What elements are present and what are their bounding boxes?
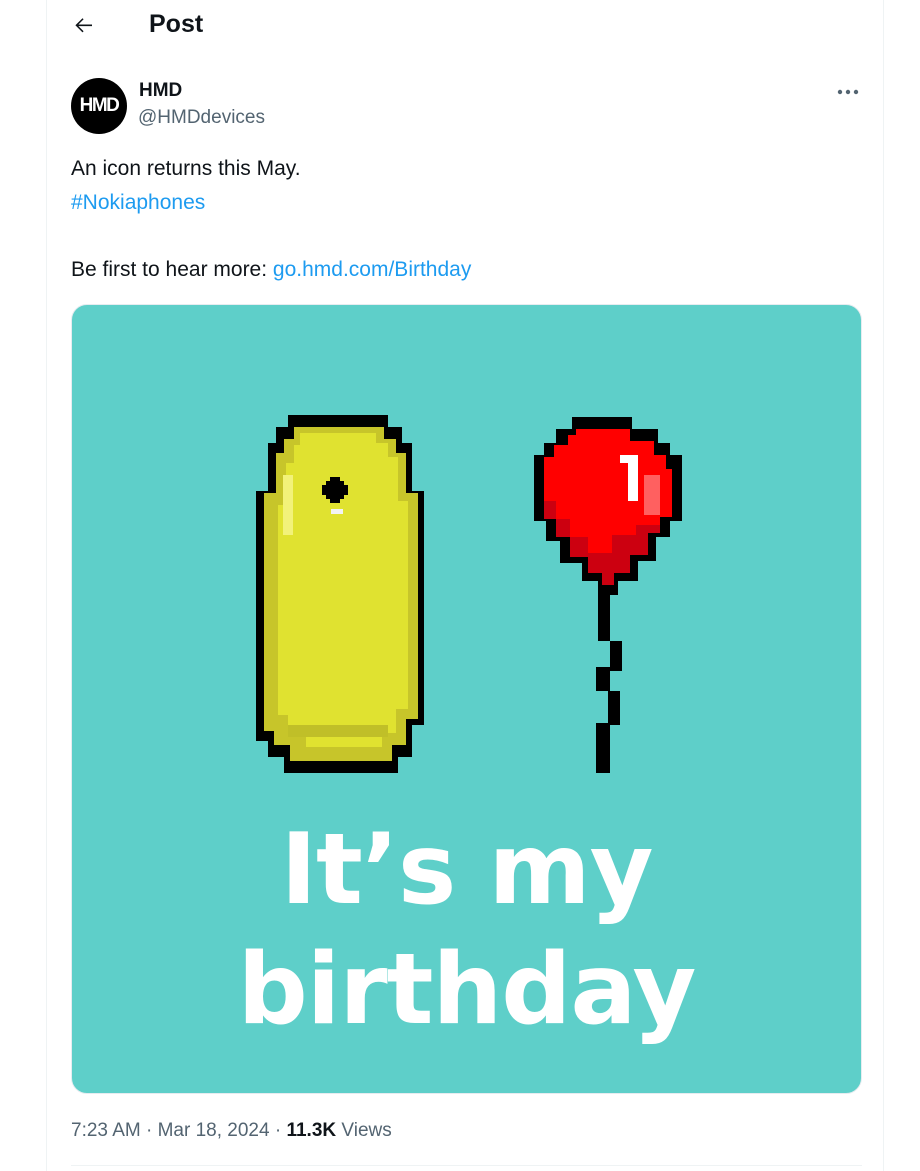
timestamp-link[interactable]: 7:23 AM · Mar 18, 2024: [71, 1120, 270, 1141]
top-bar: Post: [47, 0, 883, 48]
more-dots-icon: [837, 89, 859, 95]
pixel-balloon-icon: [534, 417, 682, 773]
avatar-logo-text: HMD: [79, 95, 120, 116]
headline-line2: birthday: [237, 933, 697, 1047]
meta-separator: ·: [140, 1120, 158, 1141]
tweet-media-image[interactable]: It’s my birthday: [71, 304, 862, 1094]
hashtag-link[interactable]: #Nokiaphones: [71, 189, 205, 217]
views-label: Views: [336, 1120, 392, 1141]
arrow-left-icon: [75, 18, 92, 33]
tweet-text-line1: An icon returns this May.: [71, 157, 301, 180]
avatar[interactable]: HMD: [71, 78, 127, 134]
meta-separator: ·: [269, 1120, 287, 1141]
post-container: Post HMD HMD @HMDdevices An icon returns…: [46, 0, 884, 1171]
tweet-text-line3: Be first to hear more: go.hmd.com/Birthd…: [71, 256, 471, 284]
views-count: 11.3K: [286, 1120, 337, 1141]
tweet-meta: 7:23 AM · Mar 18, 2024 · 11.3K Views: [71, 1118, 392, 1144]
headline-line1: It’s my: [280, 813, 654, 927]
author-handle[interactable]: @HMDdevices: [138, 106, 265, 130]
pixel-phone-icon: [256, 415, 424, 773]
back-button[interactable]: [67, 8, 101, 42]
more-options-button[interactable]: [833, 80, 863, 104]
birthday-link[interactable]: go.hmd.com/Birthday: [273, 258, 471, 281]
author-name[interactable]: HMD: [139, 79, 182, 103]
date: Mar 18, 2024: [157, 1120, 270, 1141]
tweet-text-prefix: Be first to hear more:: [71, 258, 273, 281]
time: 7:23 AM: [71, 1120, 141, 1141]
page-title: Post: [149, 10, 204, 38]
divider: [71, 1165, 862, 1166]
